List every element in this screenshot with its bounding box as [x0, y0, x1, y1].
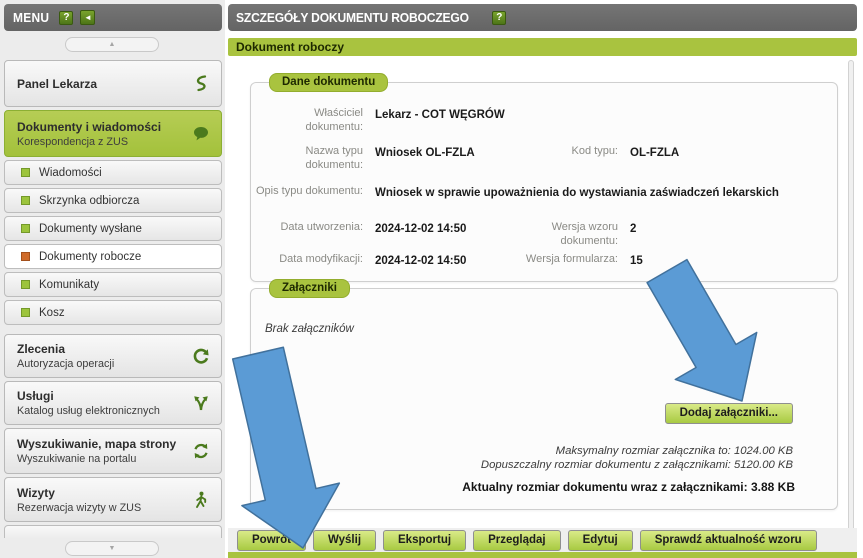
page-help-icon[interactable]: ?	[492, 11, 506, 25]
green-square-icon	[21, 308, 30, 317]
field-value: Wniosek w sprawie upoważnienia do wystaw…	[375, 185, 825, 221]
sidebar-scroll-up-button[interactable]: ▲	[65, 37, 159, 52]
section-bar-title: Dokument roboczy	[236, 40, 344, 54]
wyslij-button[interactable]: Wyślij	[313, 530, 376, 551]
sync-arrows-icon	[190, 441, 212, 461]
actions-toolbar: Powrót Wyślij Eksportuj Przeglądaj Edytu…	[228, 528, 857, 552]
field-label: Nazwa typu dokumentu:	[255, 145, 363, 185]
sidebar-item-skrzynka-odbiorcza[interactable]: Skrzynka odbiorcza	[4, 188, 222, 213]
sidebar-item-zlecenia[interactable]: Zlecenia Autoryzacja operacji	[4, 334, 222, 378]
orange-square-icon	[21, 252, 30, 261]
pue-zus-page: MENU ? ◄ ▲ Panel Lekarza Dokumenty i wia…	[0, 0, 863, 558]
stethoscope-icon	[190, 74, 212, 94]
sidebar-item-wiadomosci[interactable]: Wiadomości	[4, 160, 222, 185]
sidebar-collapse-icon[interactable]: ◄	[80, 10, 95, 25]
sidebar-item-dokumenty-wyslane[interactable]: Dokumenty wysłane	[4, 216, 222, 241]
walking-person-icon	[190, 490, 212, 510]
refresh-arrow-icon	[190, 346, 212, 366]
menu-header: MENU ? ◄	[4, 4, 222, 31]
document-fields: Właściciel dokumentu: Lekarz - COT WĘGRÓ…	[251, 83, 837, 285]
field-value: 15	[630, 253, 825, 285]
branch-arrows-icon	[190, 393, 212, 413]
field-value: Wniosek OL-FZLA	[375, 145, 500, 185]
menu-help-icon[interactable]: ?	[59, 11, 73, 25]
field-label: Wersja formularza:	[512, 253, 618, 285]
sidebar-item-uslugi[interactable]: Usługi Katalog usług elektronicznych	[4, 381, 222, 425]
sidebar-item-dokumenty-robocze[interactable]: Dokumenty robocze	[4, 244, 222, 269]
field-value: Lekarz - COT WĘGRÓW	[375, 107, 825, 145]
sidebar-item-partial	[4, 525, 222, 538]
sidebar-item-title: Panel Lekarza	[17, 77, 190, 91]
field-label: Właściciel dokumentu:	[255, 107, 363, 145]
powrot-button[interactable]: Powrót	[237, 530, 306, 551]
document-data-fieldset: Dane dokumentu Właściciel dokumentu: Lek…	[250, 82, 838, 282]
no-attachments-text: Brak załączników	[265, 323, 354, 335]
field-label: Wersja wzoru dokumentu:	[512, 221, 618, 253]
page-title: SZCZEGÓŁY DOKUMENTU ROBOCZEGO	[236, 10, 469, 25]
sidebar-item-komunikaty[interactable]: Komunikaty	[4, 272, 222, 297]
sidebar-item-title: Dokumenty i wiadomości	[17, 120, 190, 134]
bottom-accent-strip	[228, 552, 857, 558]
page-header: SZCZEGÓŁY DOKUMENTU ROBOCZEGO ?	[228, 4, 857, 31]
fieldset-legend: Dane dokumentu	[269, 73, 388, 92]
sidebar-item-subtitle: Korespondencja z ZUS	[17, 136, 190, 148]
attachments-fieldset: Załączniki Brak załączników Dodaj załącz…	[250, 288, 838, 510]
green-square-icon	[21, 280, 30, 289]
edytuj-button[interactable]: Edytuj	[568, 530, 633, 551]
vertical-scrollbar[interactable]	[848, 60, 854, 552]
field-value: 2024-12-02 14:50	[375, 253, 500, 285]
sidebar-item-kosz[interactable]: Kosz	[4, 300, 222, 325]
fieldset-legend: Załączniki	[269, 279, 350, 298]
field-label: Opis typu dokumentu:	[255, 185, 363, 221]
speech-bubble-icon	[190, 124, 212, 144]
field-value: 2	[630, 221, 825, 253]
max-attachment-size-note: Maksymalny rozmiar załącznika to: 1024.0…	[556, 445, 793, 457]
green-square-icon	[21, 224, 30, 233]
field-label: Kod typu:	[512, 145, 618, 185]
field-value: 2024-12-02 14:50	[375, 221, 500, 253]
section-bar: Dokument roboczy	[228, 38, 857, 56]
eksportuj-button[interactable]: Eksportuj	[383, 530, 466, 551]
sprawdz-aktualnosc-wzoru-button[interactable]: Sprawdź aktualność wzoru	[640, 530, 817, 551]
max-document-size-note: Dopuszczalny rozmiar dokumentu z załączn…	[481, 459, 793, 471]
sidebar-item-panel-lekarza[interactable]: Panel Lekarza	[4, 60, 222, 107]
sidebar-item-dokumenty-i-wiadomosci[interactable]: Dokumenty i wiadomości Korespondencja z …	[4, 110, 222, 157]
sidebar-scroll-down-button[interactable]: ▼	[65, 541, 159, 556]
field-value: OL-FZLA	[630, 145, 825, 185]
sidebar-item-wyszukiwanie[interactable]: Wyszukiwanie, mapa strony Wyszukiwanie n…	[4, 428, 222, 474]
field-label: Data utworzenia:	[255, 221, 363, 253]
green-square-icon	[21, 168, 30, 177]
add-attachments-button[interactable]: Dodaj załączniki...	[665, 403, 793, 424]
przegladaj-button[interactable]: Przeglądaj	[473, 530, 561, 551]
green-square-icon	[21, 196, 30, 205]
current-document-size: Aktualny rozmiar dokumentu wraz z załącz…	[462, 480, 795, 494]
menu-title: MENU	[13, 10, 49, 25]
sidebar-item-wizyty[interactable]: Wizyty Rezerwacja wizyty w ZUS	[4, 477, 222, 522]
